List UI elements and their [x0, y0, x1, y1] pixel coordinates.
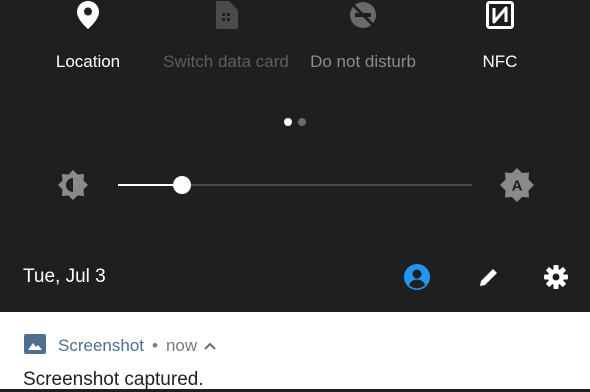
- tile-label: NFC: [482, 52, 518, 71]
- tile-do-not-disturb[interactable]: Do not disturb: [293, 0, 433, 100]
- tile-location[interactable]: Location: [18, 0, 158, 100]
- location-pin-icon: [73, 0, 103, 30]
- chevron-up-icon[interactable]: [203, 339, 217, 353]
- quick-settings-panel: Location Switch data card Do not disturb: [0, 0, 590, 312]
- sim-card-icon: [211, 0, 241, 30]
- notification-text: Screenshot captured.: [23, 369, 204, 390]
- brightness-auto-icon[interactable]: A: [498, 166, 536, 204]
- tile-label: Switch data card: [163, 52, 289, 71]
- separator-dot: •: [152, 336, 158, 355]
- tile-label: Do not disturb: [310, 52, 416, 71]
- brightness-low-icon: [56, 168, 90, 202]
- notification-app-name: Screenshot: [58, 336, 144, 355]
- user-account-icon[interactable]: [404, 264, 430, 290]
- tile-label: Location: [55, 52, 121, 71]
- notification-time: now: [165, 336, 198, 355]
- notification-header[interactable]: Screenshot • now: [24, 333, 217, 359]
- edit-icon[interactable]: [476, 264, 502, 290]
- tile-switch-data-card[interactable]: Switch data card: [156, 0, 296, 100]
- screenshot-notification[interactable]: Screenshot • now Screenshot captured.: [0, 312, 590, 390]
- page-dot-active[interactable]: [284, 118, 292, 126]
- date-text: Tue, Jul 3: [23, 266, 106, 287]
- do-not-disturb-icon: [348, 0, 378, 30]
- image-icon: [24, 333, 46, 359]
- nfc-icon: [485, 0, 515, 30]
- tile-nfc[interactable]: NFC: [430, 0, 570, 100]
- slider-thumb[interactable]: [173, 176, 191, 194]
- page-indicator: [0, 118, 590, 126]
- svg-text:A: A: [512, 178, 523, 195]
- settings-icon[interactable]: [543, 264, 569, 290]
- brightness-slider[interactable]: [118, 176, 472, 194]
- page-dot-inactive[interactable]: [298, 118, 306, 126]
